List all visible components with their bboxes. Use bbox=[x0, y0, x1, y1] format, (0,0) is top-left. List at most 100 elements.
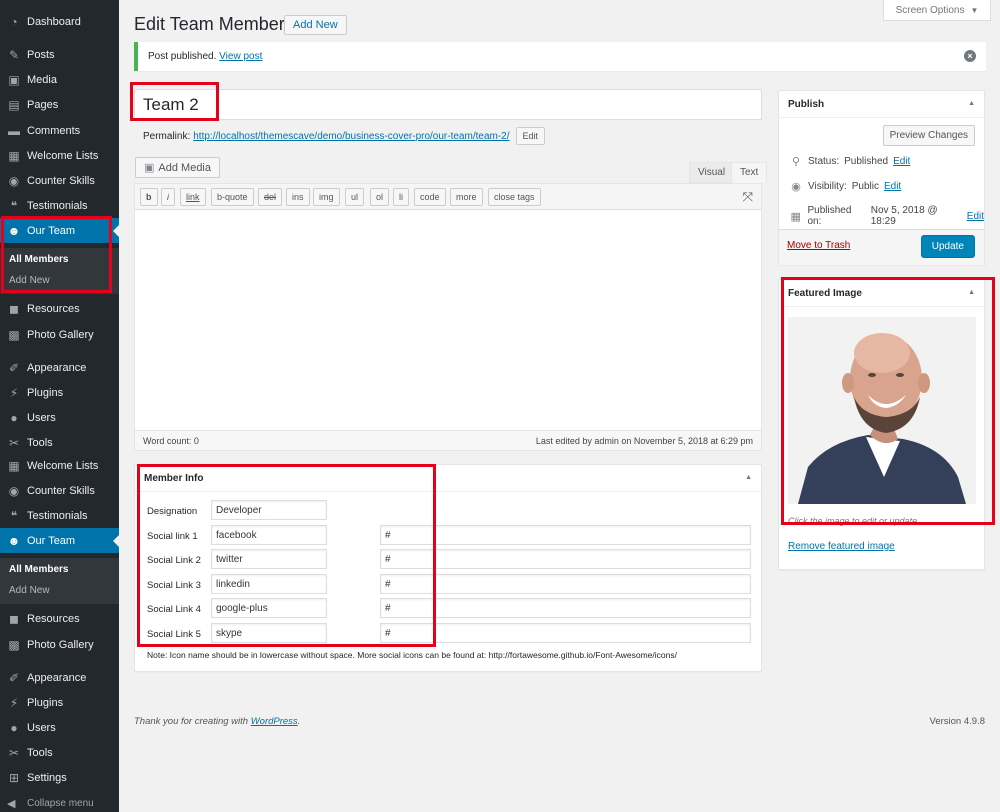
sidebar-item-resources-2[interactable]: ◼ Resources bbox=[0, 606, 119, 631]
content-editor: b i link b-quote del ins img ul ol li co… bbox=[134, 183, 762, 451]
sidebar-item-resources[interactable]: ◼ Resources bbox=[0, 296, 119, 321]
dismiss-icon[interactable]: × bbox=[964, 50, 976, 62]
qt-ul-button[interactable]: ul bbox=[345, 188, 365, 206]
sidebar-item-tools[interactable]: ✂ Tools bbox=[0, 430, 119, 455]
submenu-add-new-2[interactable]: Add New bbox=[9, 585, 50, 596]
qt-ol-button[interactable]: ol bbox=[370, 188, 390, 206]
qt-bold-button[interactable]: b bbox=[140, 188, 158, 206]
social-link-4-url-input[interactable]: # bbox=[380, 598, 751, 618]
page-title: Edit Team Member bbox=[134, 14, 285, 34]
sidebar-item-users-2[interactable]: ● Users bbox=[0, 715, 119, 740]
sidebar-item-pages[interactable]: ▤ Pages bbox=[0, 92, 119, 117]
social-link-2-icon-input[interactable]: twitter bbox=[211, 549, 327, 569]
published-on-edit-link[interactable]: Edit bbox=[967, 211, 984, 222]
notice-text: Post published. bbox=[148, 51, 217, 62]
publish-title[interactable]: Publish bbox=[779, 91, 984, 118]
designation-label: Designation bbox=[147, 506, 198, 517]
wrench-icon: ✂ bbox=[8, 745, 20, 760]
portrait-photo bbox=[788, 317, 976, 504]
pages-icon: ▤ bbox=[8, 97, 20, 112]
featured-image-thumbnail[interactable] bbox=[788, 317, 976, 504]
sidebar-item-posts[interactable]: ✎ Posts bbox=[0, 42, 119, 67]
list-icon: ▦ bbox=[8, 458, 20, 473]
permalink-row: Permalink: http://localhost/themescave/d… bbox=[143, 127, 546, 145]
word-count: Word count: 0 bbox=[143, 435, 199, 446]
tab-visual[interactable]: Visual bbox=[689, 162, 735, 183]
social-link-1-icon-input[interactable]: facebook bbox=[211, 525, 327, 545]
sidebar-item-photo-gallery-2[interactable]: ▩ Photo Gallery bbox=[0, 632, 119, 657]
pin-icon: ✎ bbox=[8, 47, 20, 62]
qt-link-button[interactable]: link bbox=[180, 188, 206, 206]
social-link-5-icon-input[interactable]: skype bbox=[211, 623, 327, 643]
permalink-edit-button[interactable]: Edit bbox=[515, 127, 546, 145]
qt-del-button[interactable]: del bbox=[258, 188, 283, 206]
permalink-url[interactable]: http://localhost/themescave/demo/busines… bbox=[193, 131, 509, 142]
featured-image-hint: Click the image to edit or update bbox=[788, 516, 918, 526]
quote-icon: ❝ bbox=[10, 508, 18, 523]
social-link-4-icon-input[interactable]: google-plus bbox=[211, 598, 327, 618]
submenu-all-members-2[interactable]: All Members bbox=[9, 564, 68, 575]
team-icon: ☻ bbox=[7, 223, 21, 238]
publish-box: Publish ▲ Preview Changes ⚲ Status: Publ… bbox=[778, 90, 985, 265]
social-link-1-url-input[interactable]: # bbox=[380, 525, 751, 545]
sidebar-item-settings[interactable]: ⊞ Settings bbox=[0, 765, 119, 790]
qt-bquote-button[interactable]: b-quote bbox=[211, 188, 254, 206]
qt-code-button[interactable]: code bbox=[414, 188, 446, 206]
sidebar-item-tools-2[interactable]: ✂ Tools bbox=[0, 740, 119, 765]
collapse-arrow-icon[interactable]: ▲ bbox=[745, 474, 752, 481]
visibility-edit-link[interactable]: Edit bbox=[884, 181, 901, 192]
wordpress-link[interactable]: WordPress bbox=[251, 716, 298, 727]
qt-img-button[interactable]: img bbox=[313, 188, 340, 206]
update-button[interactable]: Update bbox=[920, 235, 975, 258]
screen-options-button[interactable]: Screen Options ▼ bbox=[883, 0, 991, 21]
social-link-2-url-input[interactable]: # bbox=[380, 549, 751, 569]
sidebar-item-users[interactable]: ● Users bbox=[0, 405, 119, 430]
sidebar-item-counter-skills[interactable]: ◉ Counter Skills bbox=[0, 168, 119, 193]
collapse-menu-button[interactable]: ◀ Collapse menu bbox=[0, 792, 119, 812]
sidebar-item-our-team-2[interactable]: ☻ Our Team bbox=[0, 528, 119, 553]
sidebar-item-plugins[interactable]: ⚡ Plugins bbox=[0, 380, 119, 405]
sidebar-item-appearance-2[interactable]: ✐ Appearance bbox=[0, 665, 119, 690]
member-info-box: Member Info ▲ Designation Developer Soci… bbox=[134, 464, 762, 672]
social-link-5-url-input[interactable]: # bbox=[380, 623, 751, 643]
view-post-link[interactable]: View post bbox=[219, 51, 262, 62]
sidebar-item-appearance[interactable]: ✐ Appearance bbox=[0, 355, 119, 380]
preview-changes-button[interactable]: Preview Changes bbox=[882, 125, 975, 146]
sidebar-item-media[interactable]: ▣ Media bbox=[0, 67, 119, 92]
status-edit-link[interactable]: Edit bbox=[893, 156, 910, 167]
qt-li-button[interactable]: li bbox=[393, 188, 409, 206]
collapse-arrow-icon[interactable]: ▲ bbox=[968, 289, 975, 296]
sidebar-item-our-team[interactable]: ☻ Our Team bbox=[0, 218, 119, 243]
submenu-all-members[interactable]: All Members bbox=[9, 254, 68, 265]
add-new-button[interactable]: Add New bbox=[284, 15, 347, 35]
add-media-button[interactable]: ▣ Add Media bbox=[135, 157, 220, 178]
submenu-add-new[interactable]: Add New bbox=[9, 275, 50, 286]
sidebar-item-welcome-lists[interactable]: ▦ Welcome Lists bbox=[0, 143, 119, 168]
tab-text[interactable]: Text bbox=[731, 162, 768, 183]
social-link-3-icon-input[interactable]: linkedin bbox=[211, 574, 327, 594]
qt-ins-button[interactable]: ins bbox=[286, 188, 310, 206]
list-icon: ▦ bbox=[8, 148, 20, 163]
post-title-input[interactable]: Team 2 bbox=[134, 89, 762, 120]
designation-input[interactable]: Developer bbox=[211, 500, 327, 520]
qt-close-tags-button[interactable]: close tags bbox=[488, 188, 541, 206]
featured-image-title[interactable]: Featured Image bbox=[779, 280, 984, 307]
collapse-arrow-icon[interactable]: ▲ bbox=[968, 100, 975, 107]
sidebar-item-welcome-lists-2[interactable]: ▦ Welcome Lists bbox=[0, 453, 119, 478]
fullscreen-icon[interactable]: ⤧ bbox=[743, 189, 753, 205]
sidebar-item-dashboard[interactable]: ◔ Dashboard bbox=[0, 9, 119, 34]
published-on-row: ▦ Published on: Nov 5, 2018 @ 18:29 Edit bbox=[790, 205, 985, 227]
sidebar-item-plugins-2[interactable]: ⚡ Plugins bbox=[0, 690, 119, 715]
remove-featured-image-link[interactable]: Remove featured image bbox=[788, 541, 895, 552]
sidebar-item-testimonials-2[interactable]: ❝ Testimonials bbox=[0, 503, 119, 528]
move-to-trash-link[interactable]: Move to Trash bbox=[787, 240, 850, 251]
publish-actions: Move to Trash Update bbox=[779, 229, 984, 265]
qt-italic-button[interactable]: i bbox=[161, 188, 175, 206]
sidebar-item-testimonials[interactable]: ❝ Testimonials bbox=[0, 193, 119, 218]
sidebar-item-counter-skills-2[interactable]: ◉ Counter Skills bbox=[0, 478, 119, 503]
qt-more-button[interactable]: more bbox=[450, 188, 483, 206]
sidebar-item-photo-gallery[interactable]: ▩ Photo Gallery bbox=[0, 322, 119, 347]
member-info-title[interactable]: Member Info bbox=[135, 465, 761, 492]
sidebar-item-comments[interactable]: ▬ Comments bbox=[0, 118, 119, 143]
social-link-3-url-input[interactable]: # bbox=[380, 574, 751, 594]
